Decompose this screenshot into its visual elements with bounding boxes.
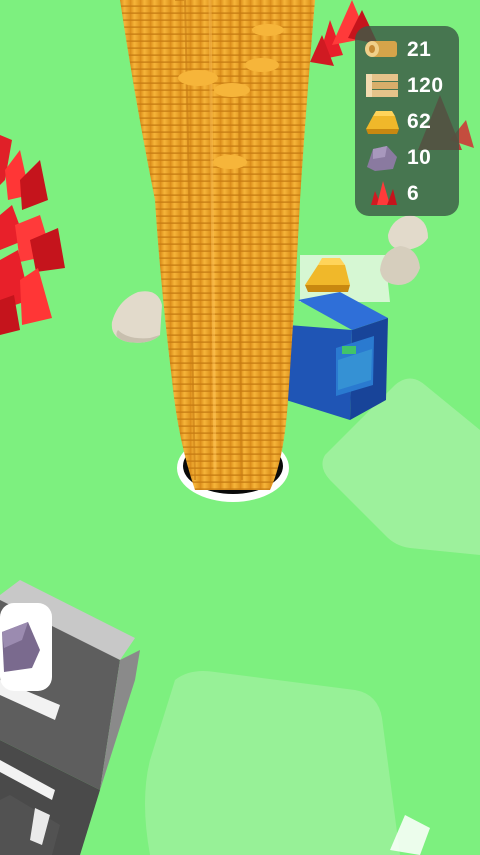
- planks-icon: [366, 74, 398, 97]
- resource-row-crystal: 6: [363, 176, 451, 212]
- gold-count: 62: [407, 110, 432, 133]
- crystal-count: 6: [407, 182, 420, 205]
- stone-count: 10: [407, 146, 432, 169]
- resource-row-gold: 62: [363, 104, 451, 140]
- planks-count: 120: [407, 74, 444, 97]
- crystal-icon: [371, 181, 397, 205]
- logs-count: 21: [407, 38, 432, 61]
- resource-row-stone: 10: [363, 140, 451, 176]
- resource-panel: 21 120 62 10 6: [355, 26, 459, 216]
- ground-pad-bottom: [145, 671, 400, 855]
- log-icon: [365, 41, 397, 57]
- gold-bar-icon: [366, 111, 399, 134]
- resource-row-planks: 120: [363, 68, 451, 104]
- stone-icon: [367, 146, 397, 171]
- resource-row-logs: 21: [363, 32, 451, 68]
